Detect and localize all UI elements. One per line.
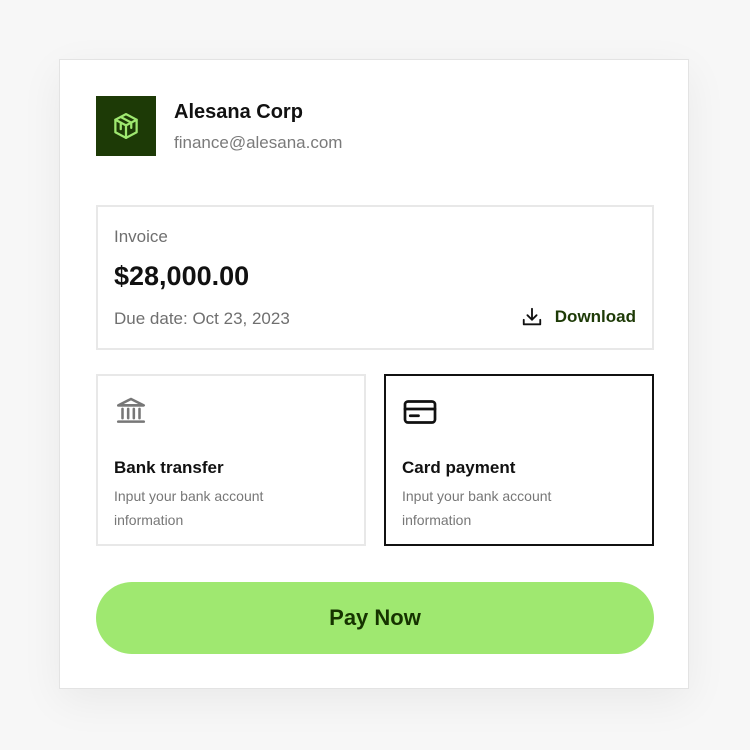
bank-transfer-title: Bank transfer	[114, 458, 224, 477]
download-button[interactable]: Download	[521, 306, 636, 328]
card-payment-title: Card payment	[402, 458, 516, 477]
bank-icon	[114, 394, 148, 433]
credit-card-icon	[402, 394, 438, 435]
bank-transfer-description: Input your bank account information	[114, 488, 264, 528]
due-date: Due date: Oct 23, 2023	[114, 309, 290, 328]
cube-logo-icon	[114, 113, 138, 139]
company-email: finance@alesana.com	[174, 133, 343, 152]
company-logo	[96, 96, 156, 156]
download-icon	[522, 307, 541, 326]
company-name: Alesana Corp	[174, 101, 303, 123]
invoice-amount: $28,000.00	[114, 261, 250, 291]
invoice-label: Invoice	[114, 227, 168, 246]
payment-method-bank-transfer[interactable]: Bank transfer Input your bank account in…	[96, 374, 366, 546]
invoice-summary: Invoice $28,000.00 Due date: Oct 23, 202…	[96, 205, 654, 350]
company-info: Alesana Corp finance@alesana.com	[174, 98, 342, 154]
download-label: Download	[554, 307, 636, 326]
card-payment-description: Input your bank account information	[402, 488, 552, 528]
payment-method-card-payment[interactable]: Card payment Input your bank account inf…	[384, 374, 654, 546]
company-header: Alesana Corp finance@alesana.com	[96, 96, 342, 156]
invoice-payment-card: Alesana Corp finance@alesana.com Invoice…	[59, 59, 689, 689]
pay-now-button[interactable]: Pay Now	[96, 582, 654, 654]
